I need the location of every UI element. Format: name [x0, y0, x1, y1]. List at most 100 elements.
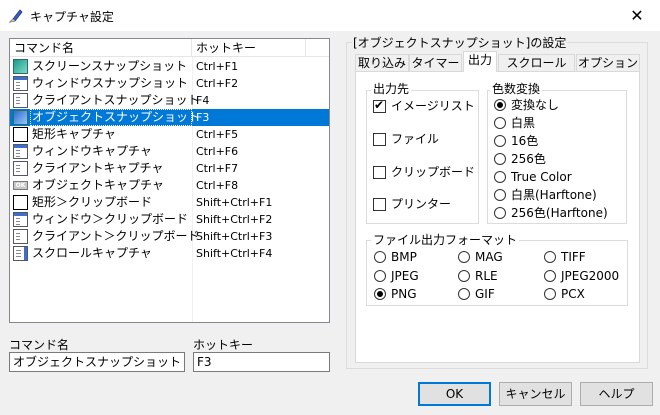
list-item[interactable]: スクリーンスナップショット Ctrl+F1: [10, 58, 329, 75]
list-item[interactable]: クライアント＞クリップボード Shift+Ctrl+F3: [10, 228, 329, 245]
list-item-name: スクリーンスナップショット: [32, 59, 188, 73]
list-item-hotkey: Ctrl+F7: [196, 162, 239, 175]
tab-options[interactable]: オプション: [576, 54, 640, 72]
radio-no-conversion[interactable]: [494, 99, 506, 111]
radio-tiff[interactable]: [544, 251, 556, 263]
radio-label: GIF: [475, 287, 495, 301]
checkbox-label: プリンター: [391, 197, 452, 211]
checkbox-image-list[interactable]: ✔: [373, 98, 386, 113]
list-item-hotkey: F3: [196, 111, 210, 124]
list-item-hotkey: Ctrl+F6: [196, 145, 239, 158]
list-item[interactable]: OK オブジェクトキャプチャ Ctrl+F8: [10, 177, 329, 194]
list-item-name: ウィンドウ＞クリップボード: [32, 212, 189, 226]
list-item[interactable]: ウィンドウ＞クリップボード Shift+Ctrl+F2: [10, 211, 329, 228]
close-button[interactable]: ✕: [614, 0, 660, 31]
list-item-name: クライアントキャプチャ: [32, 161, 164, 175]
list-item-hotkey: Ctrl+F8: [196, 179, 239, 192]
list-item-name: スクロールキャプチャ: [32, 246, 152, 260]
list-item[interactable]: クライアントスナップショット F4: [10, 92, 329, 109]
list-item-hotkey: Shift+Ctrl+F1: [196, 196, 273, 209]
radio-jpeg[interactable]: [374, 270, 386, 282]
checkbox-label: ファイル: [391, 132, 440, 146]
radio-label: 256色(Harftone): [511, 206, 608, 220]
radio-label: 白黒: [511, 116, 536, 130]
command-list[interactable]: コマンド名 ホットキー スクリーンスナップショット Ctrl+F1 ウィンドウス…: [9, 38, 330, 323]
checkmark-icon: ✔: [374, 98, 385, 112]
list-item-name: ウィンドウスナップショット: [32, 76, 189, 90]
file-format-title: ファイル出力フォーマット: [371, 233, 520, 247]
list-item-name: オブジェクトキャプチャ: [32, 178, 164, 192]
object-icon: [13, 110, 28, 125]
help-button[interactable]: ヘルプ: [580, 382, 653, 406]
checkbox-printer[interactable]: [373, 198, 386, 211]
tab-scroll[interactable]: スクロール: [498, 54, 575, 72]
radio-label: 変換なし: [511, 98, 560, 112]
radio-png[interactable]: [374, 288, 386, 300]
close-icon: ✕: [630, 6, 644, 25]
rectangle-icon: [13, 195, 28, 210]
list-item-hotkey: Ctrl+F2: [196, 77, 239, 90]
radio-monochrome[interactable]: [494, 117, 506, 129]
radio-label: True Color: [511, 170, 572, 184]
title-bar: キャプチャ設定 ✕: [0, 0, 660, 31]
list-item[interactable]: クライアントキャプチャ Ctrl+F7: [10, 160, 329, 177]
command-name-label: コマンド名: [9, 338, 70, 352]
screen-icon: [13, 59, 28, 74]
list-item-hotkey: Shift+Ctrl+F4: [196, 247, 273, 260]
list-item-name: オブジェクトスナップショット: [32, 110, 201, 124]
column-header-hotkey[interactable]: ホットキー: [192, 39, 306, 57]
list-item[interactable]: スクロールキャプチャ Shift+Ctrl+F4: [10, 245, 329, 262]
radio-256-colors-halftone[interactable]: [494, 207, 506, 219]
radio-label: PCX: [561, 287, 585, 301]
client-icon: [13, 229, 28, 244]
radio-label: 256色: [511, 152, 546, 166]
list-item-selected[interactable]: オブジェクトスナップショット F3: [10, 109, 329, 126]
radio-256-colors[interactable]: [494, 153, 506, 165]
output-destination-title: 出力先: [371, 82, 412, 96]
radio-gif[interactable]: [458, 288, 470, 300]
hotkey-label: ホットキー: [193, 338, 254, 352]
radio-label: TIFF: [561, 250, 586, 264]
column-header-command-name[interactable]: コマンド名: [10, 39, 192, 57]
radio-jpeg2000[interactable]: [544, 270, 556, 282]
list-item[interactable]: ウィンドウスナップショット Ctrl+F2: [10, 75, 329, 92]
hotkey-field[interactable]: F3: [193, 352, 330, 372]
radio-label: 16色: [511, 134, 539, 148]
radio-label: 白黒(Harftone): [511, 188, 597, 202]
tab-output[interactable]: 出力: [463, 51, 497, 72]
checkbox-label: イメージリスト: [391, 99, 475, 113]
checkbox-clipboard[interactable]: [373, 166, 386, 179]
rectangle-icon: [13, 127, 28, 142]
list-item-hotkey: Shift+Ctrl+F3: [196, 230, 273, 243]
client-icon: [13, 93, 28, 108]
cancel-button[interactable]: キャンセル: [499, 382, 572, 406]
command-name-field[interactable]: オブジェクトスナップショット: [9, 352, 185, 372]
checkbox-file[interactable]: [373, 133, 386, 146]
window-title: キャプチャ設定: [30, 10, 114, 24]
radio-mag[interactable]: [458, 251, 470, 263]
tab-strip: 取り込み タイマー 出力 スクロール オプション: [355, 51, 642, 72]
radio-label: JPEG2000: [561, 269, 620, 283]
list-item[interactable]: 矩形キャプチャ Ctrl+F5: [10, 126, 329, 143]
color-conversion-title: 色数変換: [490, 82, 543, 96]
ok-button[interactable]: OK: [418, 382, 491, 406]
list-item-name: 矩形キャプチャ: [32, 127, 116, 141]
radio-monochrome-halftone[interactable]: [494, 189, 506, 201]
radio-true-color[interactable]: [494, 171, 506, 183]
list-item[interactable]: 矩形＞クリップボード Shift+Ctrl+F1: [10, 194, 329, 211]
tab-timer[interactable]: タイマー: [409, 54, 462, 72]
radio-rle[interactable]: [458, 270, 470, 282]
radio-label: RLE: [475, 269, 498, 283]
list-header: コマンド名 ホットキー: [10, 39, 329, 57]
list-item-hotkey: Shift+Ctrl+F2: [196, 213, 273, 226]
tab-capture[interactable]: 取り込み: [355, 54, 409, 72]
radio-16-colors[interactable]: [494, 135, 506, 147]
radio-label: BMP: [391, 250, 417, 264]
window-icon: [13, 76, 28, 91]
radio-bmp[interactable]: [374, 251, 386, 263]
list-item[interactable]: ウィンドウキャプチャ Ctrl+F6: [10, 143, 329, 160]
checkbox-label: クリップボード: [391, 165, 476, 179]
list-item-hotkey: Ctrl+F1: [196, 60, 239, 73]
list-item-name: 矩形＞クリップボード: [32, 195, 153, 209]
radio-pcx[interactable]: [544, 288, 556, 300]
